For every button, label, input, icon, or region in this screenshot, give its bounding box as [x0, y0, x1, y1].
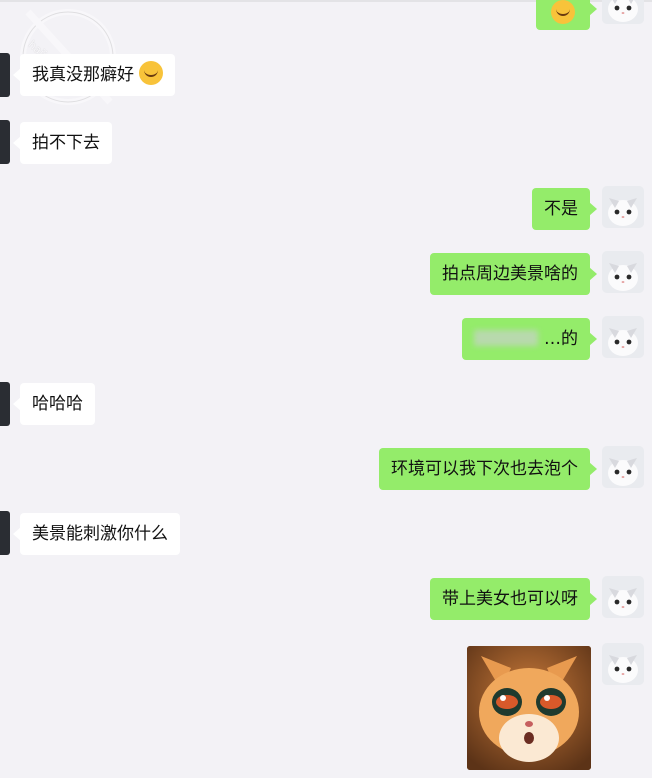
blur-censor — [474, 330, 538, 346]
cat-sticker-icon — [467, 646, 591, 770]
user-avatar[interactable] — [602, 0, 644, 24]
user-avatar[interactable] — [602, 186, 644, 228]
cat-sticker-image[interactable] — [467, 646, 591, 770]
user-avatar[interactable] — [602, 251, 644, 293]
message-text: 环境可以我下次也去泡个 — [391, 459, 578, 479]
smiling-face-emoji-icon — [551, 0, 575, 24]
message-text: 带上美女也可以呀 — [442, 589, 578, 609]
message-text: 不是 — [544, 199, 578, 219]
message-bubble-blurred[interactable]: …的 — [462, 318, 597, 360]
cat-avatar-icon — [602, 251, 644, 293]
message-bubble[interactable]: 我真没那癖好 — [12, 54, 176, 96]
message-bubble[interactable]: 拍点周边美景啥的 — [430, 253, 597, 295]
message-bubble[interactable]: 拍不下去 — [13, 122, 112, 164]
cat-avatar-icon — [602, 186, 644, 228]
cat-avatar-icon — [602, 643, 644, 685]
cat-avatar-icon — [602, 576, 644, 618]
message-text: 拍不下去 — [32, 133, 100, 153]
user-avatar[interactable] — [602, 316, 644, 358]
message-bubble[interactable]: 哈哈哈 — [13, 383, 95, 425]
message-text: …的 — [544, 329, 578, 349]
message-bubble[interactable]: 不是 — [532, 188, 597, 230]
contact-avatar[interactable] — [0, 382, 10, 426]
contact-avatar[interactable] — [0, 53, 10, 97]
contact-avatar[interactable] — [0, 511, 10, 555]
message-bubble[interactable]: 美景能刺激你什么 — [13, 513, 180, 555]
message-text: 我真没那癖好 — [32, 65, 134, 85]
cat-avatar-icon — [602, 316, 644, 358]
cat-avatar-icon — [602, 446, 644, 488]
user-avatar[interactable] — [602, 576, 644, 618]
message-text: 美景能刺激你什么 — [32, 524, 168, 544]
contact-avatar[interactable] — [0, 120, 10, 164]
message-bubble[interactable]: 带上美女也可以呀 — [430, 578, 597, 620]
message-text: 拍点周边美景啥的 — [442, 264, 578, 284]
cat-avatar-icon — [602, 0, 644, 24]
user-avatar[interactable] — [602, 643, 644, 685]
laughing-crying-emoji-icon — [139, 61, 164, 85]
user-avatar[interactable] — [602, 446, 644, 488]
message-text: 哈哈哈 — [32, 394, 83, 414]
message-bubble[interactable]: 环境可以我下次也去泡个 — [379, 448, 597, 490]
message-bubble-emoji[interactable] — [536, 0, 597, 30]
